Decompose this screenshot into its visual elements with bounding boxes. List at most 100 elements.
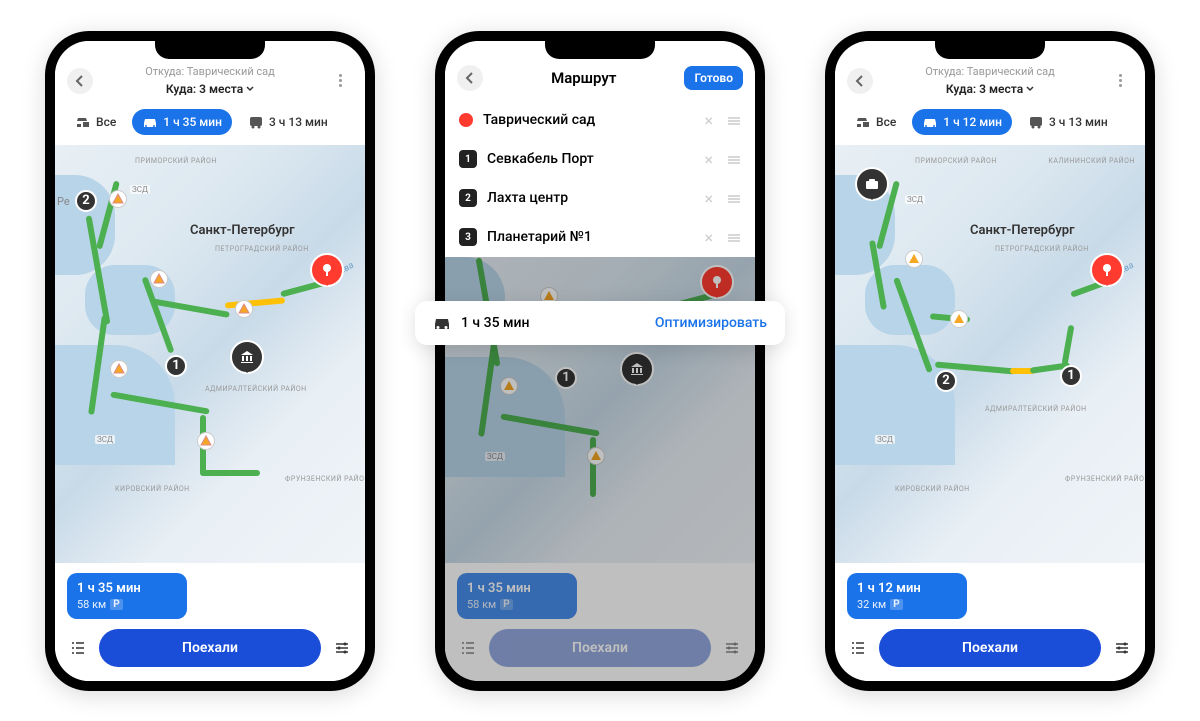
bus-icon — [248, 115, 264, 129]
go-button[interactable]: Поехали — [99, 629, 321, 667]
remove-stop-button[interactable]: × — [700, 150, 717, 169]
transport-mode-bar: Все 1 ч 35 мин 3 ч 13 мин — [55, 103, 365, 145]
marker-origin[interactable] — [1090, 253, 1124, 287]
stop-item-1[interactable]: 1 Севкабель Порт × — [445, 140, 755, 179]
mode-car[interactable]: 1 ч 12 мин — [912, 109, 1012, 135]
mode-all[interactable]: Все — [845, 109, 906, 135]
bus-icon — [1028, 115, 1044, 129]
mode-transit[interactable]: 3 ч 13 мин — [238, 109, 338, 135]
roadwork-icon-3 — [235, 300, 253, 318]
to-label[interactable]: Куда: 3 места — [166, 82, 254, 96]
waypoint-1[interactable]: 1 — [1060, 365, 1082, 387]
remove-stop-button[interactable]: × — [700, 228, 717, 247]
district-kirovsky: КИРОВСКИЙ РАЙОН — [115, 485, 190, 493]
phone-notch — [935, 41, 1045, 59]
waypoint-2[interactable]: 2 — [935, 370, 957, 392]
label-re: Ре — [55, 195, 72, 208]
marker-museum[interactable] — [230, 340, 264, 374]
phone-screen-2: Маршрут Готово Таврический сад × 1 Севка… — [435, 31, 765, 691]
menu-button[interactable] — [327, 68, 353, 94]
waypoint-2[interactable]: 2 — [75, 190, 97, 212]
chevron-left-icon — [464, 72, 476, 84]
route-summary[interactable]: 1 ч 12 мин 32 км P — [847, 573, 967, 619]
parking-badge: P — [110, 599, 122, 610]
district-primorsky: ПРИМОРСКИЙ РАЙОН — [915, 157, 997, 165]
list-icon — [850, 640, 866, 656]
stop-item-3[interactable]: 3 Планетарий №1 × — [445, 218, 755, 257]
car-icon — [922, 115, 938, 129]
chevron-left-icon — [854, 75, 866, 87]
menu-button[interactable] — [1107, 68, 1133, 94]
district-frunzensky: ФРУНЗЕНСКИЙ РАЙОН — [285, 475, 365, 483]
multi-transport-icon — [75, 115, 91, 129]
bottom-panel: 1 ч 12 мин 32 км P Поехали — [835, 563, 1145, 681]
briefcase-icon — [864, 176, 880, 192]
route-list-button[interactable] — [67, 637, 89, 659]
district-admiralteysky: АДМИРАЛТЕЙСКИЙ РАЙОН — [985, 405, 1087, 413]
city-label: Санкт-Петербург — [190, 223, 295, 238]
phone-notch — [155, 41, 265, 59]
stop-item-2[interactable]: 2 Лахта центр × — [445, 179, 755, 218]
roadwork-icon-5 — [197, 432, 215, 450]
marker-briefcase[interactable] — [855, 167, 889, 201]
drag-handle[interactable] — [727, 150, 741, 169]
mode-transit[interactable]: 3 ч 13 мин — [1018, 109, 1118, 135]
sliders-icon — [334, 640, 350, 656]
roadwork-icon-2 — [950, 310, 968, 328]
district-admiralteysky: АДМИРАЛТЕЙСКИЙ РАЙОН — [205, 385, 307, 393]
map-view[interactable]: ПРИМОРСКИЙ РАЙОН ПЕТРОГРАДСКИЙ РАЙОН АДМ… — [835, 145, 1145, 563]
district-primorsky: ПРИМОРСКИЙ РАЙОН — [135, 157, 217, 165]
settings-button[interactable] — [1111, 637, 1133, 659]
district-petrogradsky: ПЕТРОГРАДСКИЙ РАЙОН — [995, 245, 1089, 253]
settings-button[interactable] — [331, 637, 353, 659]
road-zsd-1: ЗСД — [95, 435, 115, 444]
stop-item-origin[interactable]: Таврический сад × — [445, 101, 755, 140]
drag-handle[interactable] — [727, 189, 741, 208]
remove-stop-button[interactable]: × — [700, 189, 717, 208]
car-icon — [142, 115, 158, 129]
back-button[interactable] — [67, 68, 93, 94]
to-label[interactable]: Куда: 3 места — [946, 82, 1034, 96]
district-petrogradsky: ПЕТРОГРАДСКИЙ РАЙОН — [215, 245, 309, 253]
dots-vertical-icon — [339, 74, 342, 87]
go-button[interactable]: Поехали — [879, 629, 1101, 667]
route-summary[interactable]: 1 ч 35 мин 58 км P — [67, 573, 187, 619]
chevron-left-icon — [74, 75, 86, 87]
stops-list: Таврический сад × 1 Севкабель Порт × 2 Л… — [445, 101, 755, 257]
roadwork-icon-2 — [150, 270, 168, 288]
map-view[interactable]: ПРИМОРСКИЙ РАЙОН ПЕТРОГРАДСКИЙ РАЙОН АДМ… — [55, 145, 365, 563]
route-list-button[interactable] — [847, 637, 869, 659]
summary-time: 1 ч 12 мин — [857, 581, 957, 596]
roadwork-icon-4 — [110, 360, 128, 378]
city-label: Санкт-Петербург — [970, 223, 1075, 238]
back-button[interactable] — [457, 65, 483, 91]
optimize-button[interactable]: Оптимизировать — [655, 315, 767, 331]
from-label: Откуда: Таврический сад — [881, 65, 1099, 78]
summary-distance: 58 км — [77, 598, 106, 611]
optimize-time: 1 ч 35 мин — [461, 315, 645, 331]
marker-origin[interactable] — [310, 253, 344, 287]
remove-stop-button[interactable]: × — [700, 111, 717, 130]
chevron-down-icon — [246, 85, 254, 93]
route-edit-title: Маршрут — [491, 69, 676, 87]
sliders-icon — [1114, 640, 1130, 656]
phone-screen-3: Откуда: Таврический сад Куда: 3 места Вс… — [825, 31, 1155, 691]
back-button[interactable] — [847, 68, 873, 94]
drag-handle[interactable] — [727, 111, 741, 130]
mode-all[interactable]: Все — [65, 109, 126, 135]
roadwork-icon-1 — [109, 190, 127, 208]
drag-handle[interactable] — [727, 228, 741, 247]
district-frunzensky: ФРУНЗЕНСКИЙ РАЙОН — [1065, 475, 1145, 483]
tree-icon — [1099, 262, 1115, 278]
origin-dot-icon — [459, 113, 473, 127]
dots-vertical-icon — [1119, 74, 1122, 87]
from-label: Откуда: Таврический сад — [101, 65, 319, 78]
mode-car[interactable]: 1 ч 35 мин — [132, 109, 232, 135]
dim-overlay — [445, 563, 755, 681]
waypoint-1[interactable]: 1 — [165, 355, 187, 377]
museum-icon — [239, 349, 255, 365]
bottom-panel: 1 ч 35 мин 58 км P Поехали — [445, 563, 755, 681]
district-kalininsky: КАЛИНИНСКИЙ РАЙОН — [1048, 157, 1135, 165]
done-button[interactable]: Готово — [684, 66, 743, 90]
roadwork-icon-1 — [905, 250, 923, 268]
